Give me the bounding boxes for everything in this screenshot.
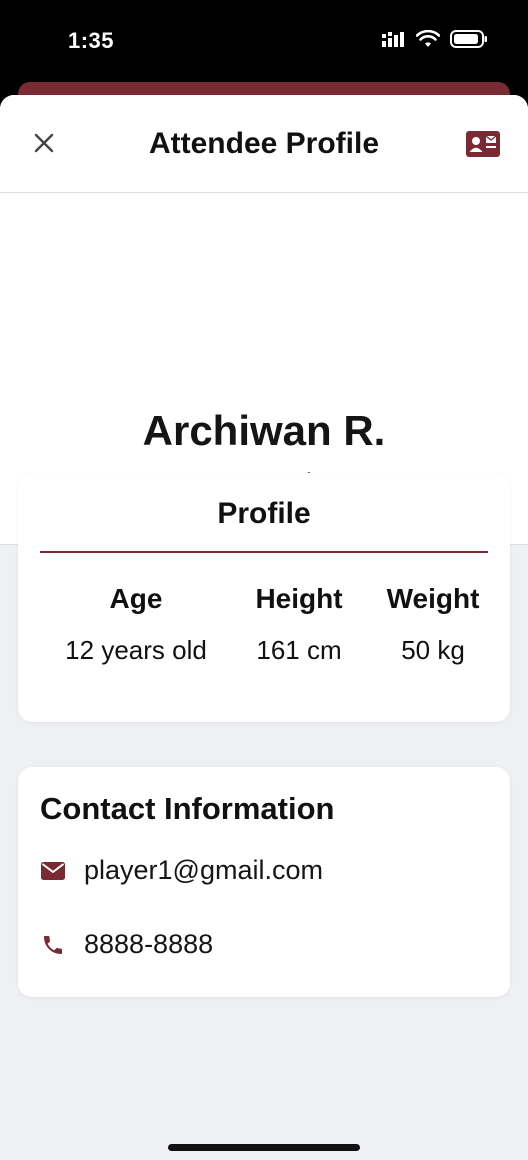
wifi-icon [416,30,440,47]
status-time: 1:35 [68,28,115,53]
email-value: player1@gmail.com [84,855,323,885]
profile-card: Profile Age 12 years old Height 161 cm W… [18,473,510,722]
sheet-header: Attendee Profile [0,95,528,193]
envelope-icon [40,860,66,882]
profile-divider [40,551,488,553]
contact-card: Contact Information player1@gmail.com 88… [18,767,510,997]
profile-heading: Profile [217,497,311,530]
stat-label: Age [109,583,163,614]
home-indicator [168,1144,360,1151]
phone-value: 8888-8888 [84,929,214,959]
contact-card-button[interactable] [466,131,500,157]
stat-label: Height [255,583,343,614]
stat-weight: Weight 50 kg [370,583,496,666]
attendee-name: Archiwan R. [142,407,386,454]
cellular-signal-icon [382,32,404,47]
contact-card-icon [466,131,500,157]
phone-icon [40,934,66,956]
battery-icon [450,30,487,48]
stat-label: Weight [386,583,480,614]
stat-value: 50 kg [401,635,465,665]
stat-age: Age 12 years old [46,583,226,666]
status-icons [382,30,488,48]
email-row[interactable]: player1@gmail.com [40,855,323,886]
stat-value: 161 cm [256,635,342,665]
phone-row[interactable]: 8888-8888 [40,929,213,960]
stat-value: 12 years old [65,635,207,665]
stat-height: Height 161 cm [234,583,364,666]
page-title: Attendee Profile [148,127,380,160]
contact-heading: Contact Information [40,791,335,826]
